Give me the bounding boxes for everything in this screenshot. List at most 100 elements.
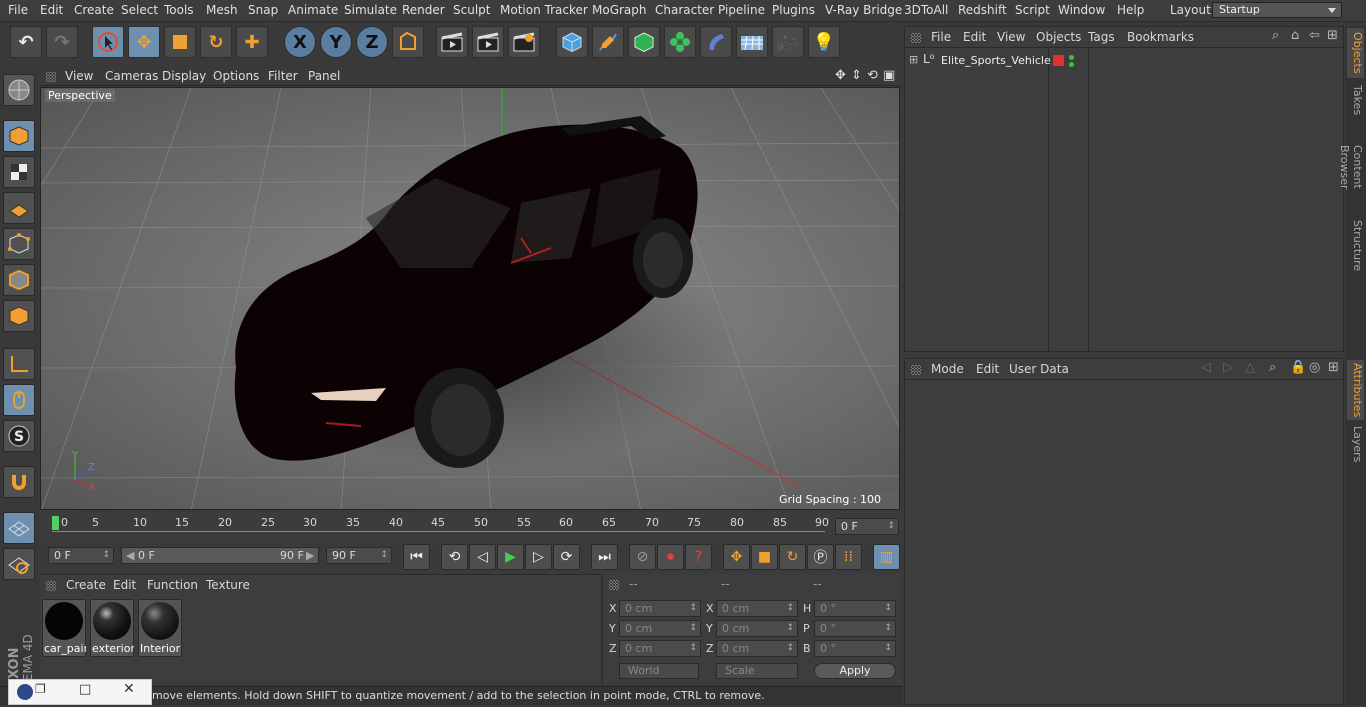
- render-settings-icon[interactable]: [508, 26, 540, 58]
- menu-script[interactable]: Script: [1015, 3, 1050, 17]
- menu-render[interactable]: Render: [402, 3, 445, 17]
- move-tool-icon[interactable]: ✥: [128, 26, 160, 58]
- viewport-move-icon[interactable]: ✥: [835, 68, 846, 83]
- search-icon[interactable]: ⌕: [1272, 28, 1279, 43]
- material-menu-texture[interactable]: Texture: [206, 578, 250, 592]
- range-left-icon[interactable]: ◀: [126, 549, 134, 562]
- size-x-field[interactable]: 0 cm: [716, 600, 798, 617]
- go-to-start-icon[interactable]: ⏮: [403, 544, 430, 570]
- workplane-align-icon[interactable]: [3, 548, 35, 580]
- material-swatch[interactable]: exterior: [90, 599, 134, 657]
- material-menu-create[interactable]: Create: [66, 578, 106, 592]
- menu-mograph[interactable]: MoGraph: [592, 3, 647, 17]
- menu-mesh[interactable]: Mesh: [206, 3, 238, 17]
- previous-frame-icon[interactable]: ◁: [469, 544, 496, 570]
- object-row[interactable]: ⊞ L⁰ Elite_Sports_Vehicle: [905, 52, 1051, 70]
- cube-primitive-icon[interactable]: [556, 26, 588, 58]
- tab-structure[interactable]: Structure: [1347, 218, 1364, 274]
- material-menu-edit[interactable]: Edit: [113, 578, 136, 592]
- current-frame-field[interactable]: 0 F: [835, 518, 899, 535]
- x-axis-lock-icon[interactable]: X: [284, 26, 316, 58]
- next-key-icon[interactable]: ⟳: [553, 544, 580, 570]
- back-icon[interactable]: ⇦: [1309, 28, 1320, 43]
- restore-icon[interactable]: ❐: [35, 682, 46, 696]
- key-pla-icon[interactable]: ⁞⁞: [835, 544, 862, 570]
- lock-icon[interactable]: 🔒: [1290, 360, 1306, 375]
- end-frame-field[interactable]: 90 F: [326, 547, 392, 564]
- texture-mode-icon[interactable]: [3, 156, 35, 188]
- key-rotation-icon[interactable]: ↻: [779, 544, 806, 570]
- key-position-icon[interactable]: ✥: [723, 544, 750, 570]
- object-menu-tags[interactable]: Tags: [1088, 30, 1115, 44]
- keyframe-selection-icon[interactable]: ?: [685, 544, 712, 570]
- light-icon[interactable]: 💡: [808, 26, 840, 58]
- axis-mode-icon[interactable]: [3, 348, 35, 380]
- viewport-menu-cameras[interactable]: Cameras: [105, 69, 158, 83]
- viewport-zoom-icon[interactable]: ⇕: [851, 68, 862, 83]
- editor-visibility-dot[interactable]: [1069, 55, 1074, 60]
- perspective-viewport[interactable]: Perspective Grid Spacing : 100 cm Y Z X: [40, 87, 900, 510]
- edges-mode-icon[interactable]: [3, 264, 35, 296]
- viewport-menu-options[interactable]: Options: [213, 69, 259, 83]
- size-z-field[interactable]: 0 cm: [716, 640, 798, 657]
- undo-icon[interactable]: ↶: [10, 26, 42, 58]
- menu-edit[interactable]: Edit: [40, 3, 63, 17]
- new-window-icon[interactable]: ⊞: [1328, 360, 1339, 375]
- menu-pipeline[interactable]: Pipeline: [718, 3, 765, 17]
- render-visibility-dot[interactable]: [1069, 62, 1074, 67]
- y-axis-lock-icon[interactable]: Y: [320, 26, 352, 58]
- make-editable-icon[interactable]: [3, 74, 35, 106]
- tab-objects[interactable]: Objects: [1347, 28, 1364, 78]
- workplane-mode-icon[interactable]: [3, 192, 35, 224]
- size-mode-dropdown[interactable]: Scale: [716, 663, 798, 679]
- object-menu-edit[interactable]: Edit: [963, 30, 986, 44]
- frame-range-slider[interactable]: ◀ 0 F 90 F ▶: [121, 547, 319, 564]
- redo-icon[interactable]: ↷: [46, 26, 78, 58]
- menu-window[interactable]: Window: [1058, 3, 1105, 17]
- layer-color-tag[interactable]: [1053, 55, 1064, 66]
- model-mode-icon[interactable]: [3, 120, 35, 152]
- maximize-icon[interactable]: □: [79, 682, 91, 697]
- menu-vray-bridge[interactable]: V-Ray Bridge: [825, 3, 902, 17]
- floor-environment-icon[interactable]: [736, 26, 768, 58]
- menu-help[interactable]: Help: [1117, 3, 1144, 17]
- attribute-menu-edit[interactable]: Edit: [976, 362, 999, 376]
- coordinate-space-dropdown[interactable]: World: [619, 663, 699, 679]
- tweak-mode-icon[interactable]: [3, 384, 35, 416]
- menu-sculpt[interactable]: Sculpt: [453, 3, 490, 17]
- menu-snap[interactable]: Snap: [248, 3, 278, 17]
- menu-character[interactable]: Character: [655, 3, 714, 17]
- timeline-ruler[interactable]: 0 5 10 15 20 25 30 35 40 45 50 55 60 65 …: [40, 512, 902, 538]
- object-name[interactable]: Elite_Sports_Vehicle: [941, 54, 1051, 67]
- z-axis-lock-icon[interactable]: Z: [356, 26, 388, 58]
- live-selection-icon[interactable]: [92, 26, 124, 58]
- menu-redshift[interactable]: Redshift: [958, 3, 1007, 17]
- back-arrow-icon[interactable]: ◁: [1201, 360, 1211, 375]
- up-arrow-icon[interactable]: △: [1245, 360, 1255, 375]
- key-parameter-icon[interactable]: Ⓟ: [807, 544, 834, 570]
- menu-simulate[interactable]: Simulate: [344, 3, 397, 17]
- menu-create[interactable]: Create: [74, 3, 114, 17]
- cinema4d-app-icon[interactable]: [17, 684, 33, 700]
- rotation-b-field[interactable]: 0 °: [814, 640, 896, 657]
- viewport-menu-filter[interactable]: Filter: [268, 69, 298, 83]
- material-swatch[interactable]: Interior: [138, 599, 182, 657]
- snap-magnet-icon[interactable]: [3, 466, 35, 498]
- viewport-menu-view[interactable]: View: [65, 69, 93, 83]
- layout-dropdown[interactable]: Startup: [1212, 2, 1342, 18]
- viewport-menu-panel[interactable]: Panel: [308, 69, 340, 83]
- deformer-icon[interactable]: [700, 26, 732, 58]
- menu-motion-tracker[interactable]: Motion Tracker: [500, 3, 588, 17]
- workplane-lock-icon[interactable]: [3, 512, 35, 544]
- render-view-icon[interactable]: [436, 26, 468, 58]
- position-z-field[interactable]: 0 cm: [619, 640, 701, 657]
- scale-tool-icon[interactable]: [164, 26, 196, 58]
- points-mode-icon[interactable]: [3, 228, 35, 260]
- viewport-menu-display[interactable]: Display: [162, 69, 206, 83]
- record-keys-icon[interactable]: ⊘: [629, 544, 656, 570]
- rotate-tool-icon[interactable]: ↻: [200, 26, 232, 58]
- autokey-icon[interactable]: ⏺: [657, 544, 684, 570]
- new-window-icon[interactable]: ⊞: [1327, 28, 1338, 43]
- home-icon[interactable]: ⌂: [1291, 28, 1299, 43]
- play-icon[interactable]: ▶: [497, 544, 524, 570]
